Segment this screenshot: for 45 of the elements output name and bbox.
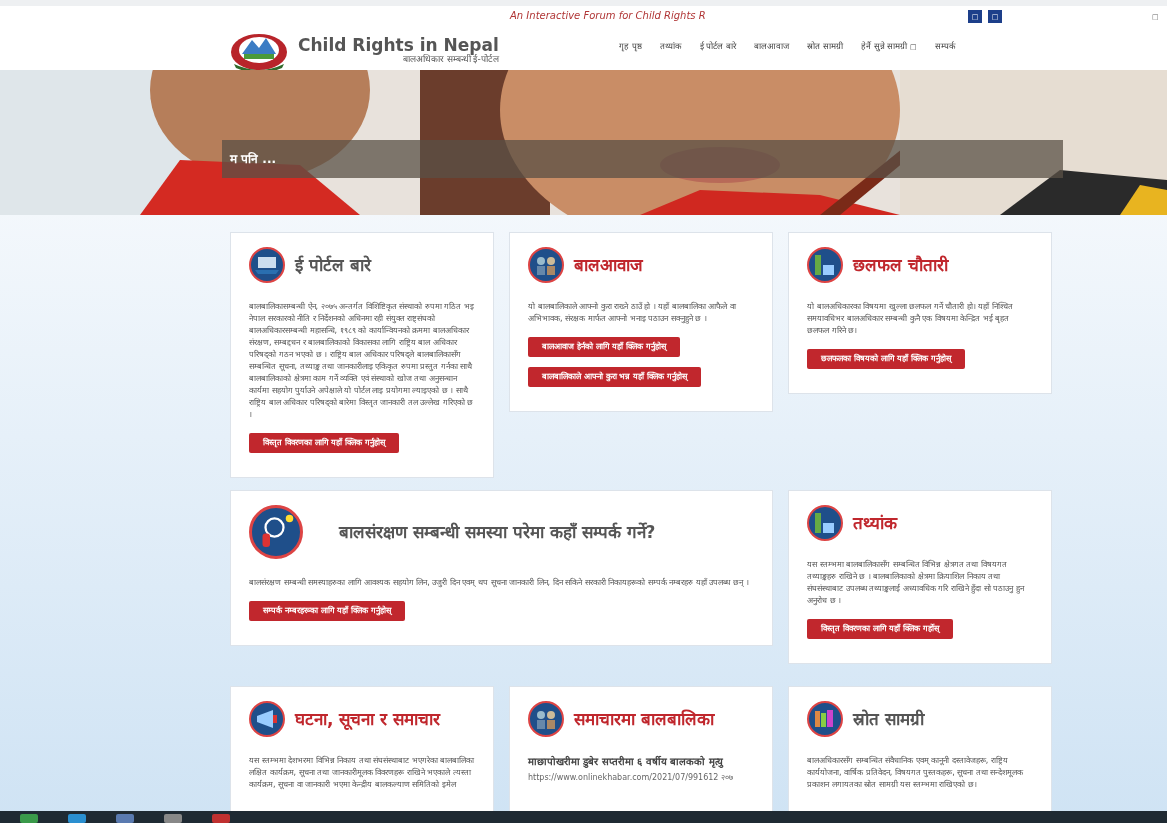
read-more-button[interactable]: छलफलका विषयको लागि यहाँ क्लिक गर्नुहोस् — [807, 349, 965, 369]
read-more-button[interactable]: बालबालिकाले आफ्नो कुरा भन्न यहाँ क्लिक गर्नुहोस् — [528, 367, 701, 387]
card-title: घटना, सूचना र समाचार — [295, 708, 441, 730]
read-more-button[interactable]: विस्तृत विवरणका लागि यहाँ क्लिक गर्नुहोस् — [249, 433, 399, 453]
card-title: छलफल चौतारी — [853, 254, 948, 276]
card-text: यो बालअधिकारका विषयमा खुल्ला छलफल गर्ने चौतारी हो। यहाँ निश्चित समयावधिभर बालअधिकार सम्बन्धी कुनै एक विषयमा केन्द्रित भई बृहत छलफल गरिने छ। — [807, 301, 1014, 337]
card-title: बालसंरक्षण सम्बन्धी समस्या परेमा कहाँ सम्पर्क गर्ने? — [339, 521, 656, 543]
nav-link[interactable]: गृह पृष्ठ — [610, 40, 651, 53]
card-text: यो बालबालिकाले आफ्नो कुरा राख्ने ठाउँ हो । यहाँ बालबालिका आफैले वा अभिभावक, संरक्षक मार्फत आफ्नो भनाइ पठाउन सक्नुहुने छ । — [528, 301, 737, 325]
round-emblem-icon — [249, 247, 285, 283]
taskbar-icon[interactable] — [116, 814, 134, 823]
round-emblem-icon — [807, 701, 843, 737]
news-link[interactable]: https://www.onlinekhabar.com/2021/07/991612 २०७ — [528, 772, 754, 784]
card-title: ई पोर्टल बारे — [295, 254, 371, 276]
taskbar-icon[interactable] — [20, 814, 38, 823]
nav-link[interactable]: तथ्यांक — [650, 40, 691, 53]
round-emblem-icon — [528, 701, 564, 737]
read-more-button[interactable]: बालआवाज हेर्नको लागि यहाँ क्लिक गर्नुहोस् — [528, 337, 680, 357]
site-title: Child Rights in Nepal — [298, 36, 499, 54]
nav-link[interactable]: स्रोत सामग्री — [798, 40, 852, 53]
card-title: तथ्यांक — [853, 512, 897, 534]
nav-link[interactable]: बालआवाज — [745, 40, 799, 53]
card-title: बालआवाज — [574, 254, 643, 276]
taskbar-icon[interactable] — [212, 814, 230, 823]
taskbar-icon[interactable] — [164, 814, 182, 823]
card-text: यस स्तम्भमा बालबालिकासँग सम्बन्धित विभिन्न क्षेत्रगत तथा विषयगत तथ्याङ्कहरु राखिने छ । बालबालिकाको क्षेत्रमा क्रियाशिल निकाय तथा संघसंस्थाबाट उपलब्ध तथ्याङ्कलाई अध्यावधिक गरि राखिने हुँदा सो पठाउनु हुन अनुरोध छ । — [807, 559, 1026, 607]
read-more-button[interactable]: सम्पर्क नम्बरहरूका लागि यहाँ क्लिक गर्नुहोस् — [249, 601, 405, 621]
round-emblem-icon — [249, 505, 303, 559]
taskbar-icon[interactable] — [68, 814, 86, 823]
tagline: An Interactive Forum for Child Rights R — [510, 9, 706, 23]
card-title: स्रोत सामग्री — [853, 708, 924, 730]
card-text: बालबालिकासम्बन्धी ऐन, २०७५ अन्तर्गत विशिष्टिकृत संस्थाको रुपमा गठित भइ नेपाल सरकारको नीति र निर्देशनको अधिनमा रही संयुक्त राष्ट्संघको बालअधिकारसम्बन्धी महासन्धि, १९८९ को कार्यान्वियनको क्रममा बालअधिकार संरक्षण, सम्बद्दधन र बालबालिकाको विकासका लागि राष्ट्रिय बाल अधिकार परिषद्को गठन भएको छ । राष्ट्रिय बाल अधिकार परिषद्ले बालबालिकासँग सम्बन्धित सूचना, तथ्याङ्क तथा जानकारीलाइ एकिकृत रुपमा प्रस्तुत गर्नका साथै बालबालिकाको क्षेत्रमा काम गर्ने व्यक्ति एवं संस्थाको खोज तथा अनुसन्धान कार्यमा सहयोग पुर्याउने अपेक्षाले यो पोर्टल लाइ प्रयोगमा ल्याइएको छ । साथै राष्ट्रिय बाल अधिकार परिषद्को बारेमा विस्तृत जानकारी तल उल्लेख गरिएको छ । — [249, 301, 475, 421]
card-title: समाचारमा बालबालिका — [574, 708, 714, 730]
read-more-button[interactable]: विस्तृत विवरणका लागि यहाँ क्लिक गर्होस् — [807, 619, 953, 639]
nav-link[interactable]: ई पोर्टल बारे — [690, 40, 746, 53]
nav-link[interactable]: सम्पर्क — [925, 40, 965, 53]
card-text: बालअधिकारसँग सम्बन्धित संवैधानिक एवम् कानूनी दस्तावेजहरू, राष्ट्रिय कार्ययोजना, वार्षिक प्रतिवेदन, विषयगत पुस्तकहरू, सूचना तथा सन्देशमूलक प्रकाशन लगायतका स्रोत सामग्री यस स्तम्भमा राखिएको छ। — [807, 755, 1025, 791]
news-headline[interactable]: माछापोखरीमा डुबेर सप्तरीमा ६ वर्षीय बालकको मृत्यु — [528, 755, 754, 768]
round-emblem-icon — [249, 701, 285, 737]
hero-caption: म पनि ... — [222, 140, 1063, 178]
card-text: बालसंरक्षण सम्बन्धी समस्याहरुका लागि आवश्यक सहयोग लिन, उजुरी दिन एवम् थप सूचना जानकारी लिन, दिन सकिने सरकारी निकायहरूको सम्पर्क नम्बरहरु यहाँ उपलब्ध छन् । — [249, 577, 750, 589]
round-emblem-icon — [807, 247, 843, 283]
card-text: यस स्तम्भमा देशभरमा विभिन्न निकाय तथा संघसंस्थाबाट भएगरेका बालबालिका लक्षित कार्यक्रम, सूचना तथा जानकारीमूलक विवरणहरू राखिने भएकाले त्यस्ता कार्यक्रम, सूचना वा जानकारी भएमा केन्द्रीय बालकल्याण समितिको इमेल — [249, 755, 475, 791]
round-emblem-icon — [528, 247, 564, 283]
round-emblem-icon — [807, 505, 843, 541]
